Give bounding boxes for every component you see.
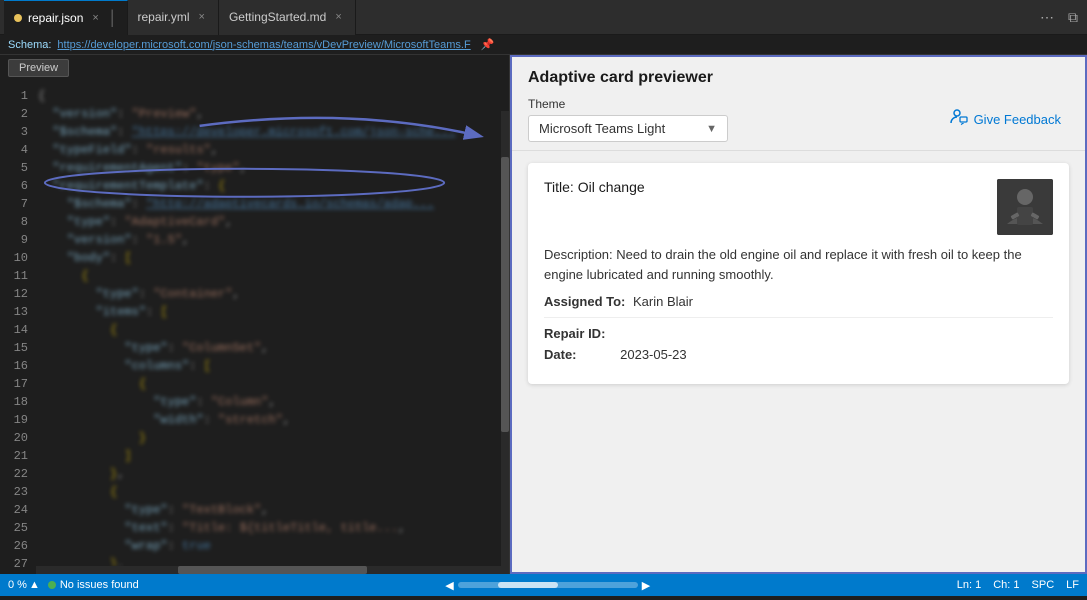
date-value: 2023-05-23 bbox=[620, 347, 687, 362]
code-lines: 12345 678910 1112131415 1617181920 21222… bbox=[0, 85, 509, 566]
editor-horizontal-scrollbar[interactable] bbox=[36, 566, 509, 574]
tab-split-button[interactable]: ⧉ bbox=[1063, 7, 1083, 28]
assigned-to-label: Assigned To: bbox=[544, 294, 625, 309]
schema-label: Schema: bbox=[8, 39, 51, 51]
schema-url[interactable]: https://developer.microsoft.com/json-sch… bbox=[57, 39, 470, 51]
line-info: Ln: 1 bbox=[957, 579, 981, 591]
feedback-icon bbox=[950, 108, 968, 131]
date-label: Date: bbox=[544, 347, 577, 362]
status-no-issues: No issues found bbox=[48, 579, 139, 591]
status-no-issues-label: No issues found bbox=[60, 579, 139, 591]
line-ending-info: LF bbox=[1066, 579, 1079, 591]
preview-title: Adaptive card previewer bbox=[528, 69, 1069, 87]
theme-group: Theme Microsoft Teams Light ▼ bbox=[528, 97, 728, 142]
schema-bar: Schema: https://developer.microsoft.com/… bbox=[0, 35, 1087, 55]
card-header: Title: Oil change bbox=[544, 179, 1053, 235]
main-layout: Preview 12345 678910 1112131415 16171819… bbox=[0, 55, 1087, 574]
feedback-label: Give Feedback bbox=[974, 112, 1061, 127]
editor-vscroll-thumb[interactable] bbox=[501, 157, 509, 432]
card-repair-id: Repair ID: bbox=[544, 326, 1053, 341]
editor-pane: Preview 12345 678910 1112131415 16171819… bbox=[0, 55, 510, 574]
code-area[interactable]: 12345 678910 1112131415 1617181920 21222… bbox=[0, 81, 509, 570]
card-content-area: Title: Oil change bbox=[512, 151, 1085, 572]
tab-label-repair-json: repair.json bbox=[28, 11, 83, 25]
scroll-right-icon[interactable]: ▶ bbox=[642, 579, 650, 592]
assigned-to-value: Karin Blair bbox=[633, 294, 693, 309]
card-assigned-to: Assigned To: Karin Blair bbox=[544, 294, 1053, 309]
tab-overflow-button[interactable]: ⋯ bbox=[1035, 7, 1059, 28]
preview-header: Adaptive card previewer Theme Microsoft … bbox=[512, 57, 1085, 151]
char-info: Ch: 1 bbox=[993, 579, 1019, 591]
modified-dot bbox=[14, 14, 22, 22]
card-description: Description: Need to drain the old engin… bbox=[544, 245, 1053, 284]
zoom-control[interactable]: 0 % ▲ bbox=[8, 579, 40, 591]
preview-button[interactable]: Preview bbox=[8, 59, 69, 77]
tab-divider: | bbox=[108, 7, 117, 28]
scroll-left-icon[interactable]: ◀ bbox=[445, 579, 453, 592]
schema-pin-icon[interactable]: 📌 bbox=[481, 38, 495, 51]
repair-id-label: Repair ID: bbox=[544, 326, 605, 341]
status-right: Ln: 1 Ch: 1 SPC LF bbox=[957, 579, 1079, 591]
preview-pane: Adaptive card previewer Theme Microsoft … bbox=[510, 55, 1087, 574]
close-tab-repair-json[interactable]: × bbox=[89, 11, 101, 25]
status-bar: 0 % ▲ No issues found ◀ ▶ Ln: 1 Ch: 1 SP… bbox=[0, 574, 1087, 596]
tab-getting-started[interactable]: GettingStarted.md × bbox=[219, 0, 356, 35]
close-tab-repair-yml[interactable]: × bbox=[196, 10, 208, 24]
editor-toolbar: Preview bbox=[0, 55, 509, 81]
card-divider bbox=[544, 317, 1053, 318]
give-feedback-button[interactable]: Give Feedback bbox=[942, 104, 1069, 135]
close-tab-getting-started[interactable]: × bbox=[332, 10, 344, 24]
tab-actions: ⋯ ⧉ bbox=[1035, 7, 1083, 28]
zoom-arrow-icon: ▲ bbox=[29, 579, 40, 591]
zoom-level: 0 % bbox=[8, 579, 27, 591]
theme-label: Theme bbox=[528, 97, 728, 111]
theme-value: Microsoft Teams Light bbox=[539, 121, 665, 136]
status-scrollbar-track[interactable] bbox=[458, 582, 638, 588]
status-scrollbar-thumb[interactable] bbox=[498, 582, 558, 588]
status-scrollbar-area: ◀ ▶ bbox=[147, 579, 949, 592]
tab-repair-yml[interactable]: repair.yml × bbox=[128, 0, 219, 35]
tab-bar: repair.json × | repair.yml × GettingStar… bbox=[0, 0, 1087, 35]
tab-label-repair-yml: repair.yml bbox=[138, 10, 190, 24]
theme-select[interactable]: Microsoft Teams Light ▼ bbox=[528, 115, 728, 142]
preview-controls: Theme Microsoft Teams Light ▼ bbox=[528, 97, 1069, 142]
editor-scrollbar-thumb[interactable] bbox=[178, 566, 367, 574]
tab-repair-json[interactable]: repair.json × | bbox=[4, 0, 128, 35]
editor-vertical-scrollbar[interactable] bbox=[501, 111, 509, 570]
card-date: Date: 2023-05-23 bbox=[544, 347, 1053, 362]
card-image bbox=[997, 179, 1053, 235]
card-image-inner bbox=[997, 179, 1053, 235]
tab-label-getting-started: GettingStarted.md bbox=[229, 10, 326, 24]
spacing-info: SPC bbox=[1032, 579, 1055, 591]
card-title: Title: Oil change bbox=[544, 179, 645, 195]
adaptive-card: Title: Oil change bbox=[528, 163, 1069, 384]
code-content: { "version": "Preview", "$schema": "http… bbox=[36, 85, 509, 566]
line-numbers: 12345 678910 1112131415 1617181920 21222… bbox=[0, 85, 36, 566]
status-left: 0 % ▲ No issues found bbox=[8, 579, 139, 591]
chevron-down-icon: ▼ bbox=[706, 123, 717, 135]
status-ok-icon bbox=[48, 581, 56, 589]
